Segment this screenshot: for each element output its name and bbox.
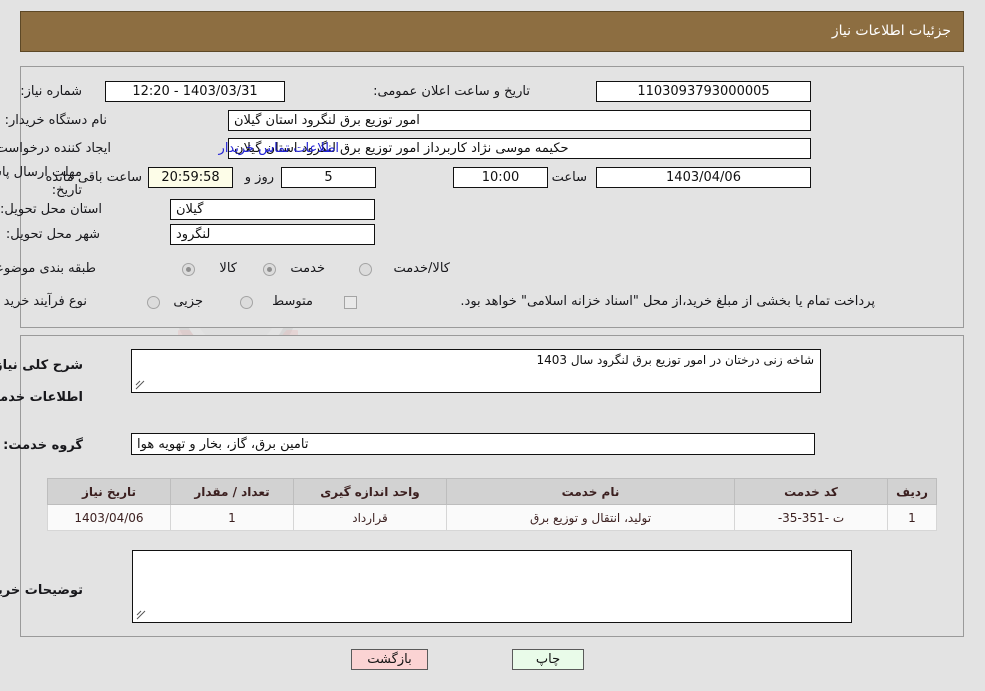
cell-code: ت -351-35- <box>734 504 888 531</box>
need-info-panel <box>20 66 964 328</box>
hour-label: ساعت <box>551 170 587 185</box>
purchase-type-radio-motavaset[interactable] <box>240 296 253 309</box>
cell-need-date: 1403/04/06 <box>47 504 171 531</box>
service-group-field[interactable]: تامین برق، گاز، بخار و تهویه هوا <box>131 433 815 455</box>
table-col-radif: ردیف <box>887 478 937 505</box>
cell-radif: 1 <box>887 504 937 531</box>
days-label: روز و <box>244 170 274 185</box>
service-group-label: گروه خدمت: <box>3 438 83 453</box>
resize-grip-icon[interactable] <box>135 380 145 390</box>
table-col-code: کد خدمت <box>734 478 888 505</box>
table-col-unit: واحد اندازه گیری <box>293 478 447 505</box>
resize-grip-icon[interactable] <box>136 610 146 620</box>
province-field[interactable]: گیلان <box>170 199 375 220</box>
buyer-comments-label: توضیحات خریدار: <box>0 583 83 598</box>
treasury-bonds-label: پرداخت تمام یا بخشی از مبلغ خرید،از محل … <box>460 294 875 309</box>
back-button[interactable]: بازگشت <box>351 649 428 670</box>
category-radio-kala-khedmat[interactable] <box>359 263 372 276</box>
page-root: AriaTender.net جزئیات اطلاعات نیاز شماره… <box>0 0 985 691</box>
purchase-type-label-jozei: جزیی <box>173 294 203 309</box>
general-need-textarea[interactable]: شاخه زنی درختان در امور توزیع برق لنگرود… <box>131 349 821 393</box>
services-table: ردیف کد خدمت نام خدمت واحد اندازه گیری ت… <box>47 478 937 531</box>
table-col-need-date: تاریخ نیاز <box>47 478 171 505</box>
buyer-contact-link[interactable]: اطلاعات تماس خریدار <box>219 141 339 156</box>
treasury-bonds-checkbox[interactable] <box>344 296 357 309</box>
buyer-org-label: نام دستگاه خریدار: <box>4 113 107 128</box>
purchase-type-label: نوع فرآیند خرید : <box>0 294 87 309</box>
general-need-label: شرح کلی نیاز: <box>0 358 83 373</box>
creator-label: ایجاد کننده درخواست: <box>0 141 111 156</box>
purchase-type-radio-jozei[interactable] <box>147 296 160 309</box>
need-number-label: شماره نیاز: <box>20 84 82 99</box>
category-label: طبقه بندی موضوعی: <box>0 261 96 276</box>
cell-unit: قرارداد <box>293 504 447 531</box>
buyer-org-field[interactable]: امور توزیع برق لنگرود استان گیلان <box>228 110 811 131</box>
table-col-name: نام خدمت <box>446 478 735 505</box>
category-radio-khedmat[interactable] <box>263 263 276 276</box>
services-info-heading: اطلاعات خدمات مورد نیاز <box>0 390 83 405</box>
purchase-type-label-motavaset: متوسط <box>272 294 313 309</box>
announce-datetime-field[interactable]: 1403/03/31 - 12:20 <box>105 81 285 102</box>
announce-datetime-label: تاریخ و ساعت اعلان عمومی: <box>373 84 530 99</box>
countdown-timer-field: 20:59:58 <box>148 167 233 188</box>
page-title: جزئیات اطلاعات نیاز <box>831 23 951 39</box>
hour-field[interactable]: 10:00 <box>453 167 548 188</box>
province-label: استان محل تحویل: <box>0 202 102 217</box>
cell-name: تولید، انتقال و توزیع برق <box>446 504 735 531</box>
page-title-bar: جزئیات اطلاعات نیاز <box>20 11 964 52</box>
city-field[interactable]: لنگرود <box>170 224 375 245</box>
remaining-hours-label: ساعت باقی مانده <box>45 170 142 185</box>
category-label-kala-khedmat: کالا/خدمت <box>393 261 450 276</box>
category-radio-kala[interactable] <box>182 263 195 276</box>
table-header-row: ردیف کد خدمت نام خدمت واحد اندازه گیری ت… <box>47 478 937 505</box>
category-label-khedmat: خدمت <box>290 261 325 276</box>
need-number-field[interactable]: 1103093793000005 <box>596 81 811 102</box>
category-label-kala: کالا <box>219 261 237 276</box>
cell-quantity: 1 <box>170 504 294 531</box>
deadline-label-line2: تاریخ: <box>51 183 82 198</box>
general-need-text: شاخه زنی درختان در امور توزیع برق لنگرود… <box>536 353 814 367</box>
deadline-date-field[interactable]: 1403/04/06 <box>596 167 811 188</box>
print-button[interactable]: چاپ <box>512 649 584 670</box>
buyer-comments-textarea[interactable] <box>132 550 852 623</box>
table-col-quantity: تعداد / مقدار <box>170 478 294 505</box>
table-row[interactable]: 1 ت -351-35- تولید، انتقال و توزیع برق ق… <box>47 504 937 531</box>
city-label: شهر محل تحویل: <box>5 227 100 242</box>
days-remaining-field[interactable]: 5 <box>281 167 376 188</box>
